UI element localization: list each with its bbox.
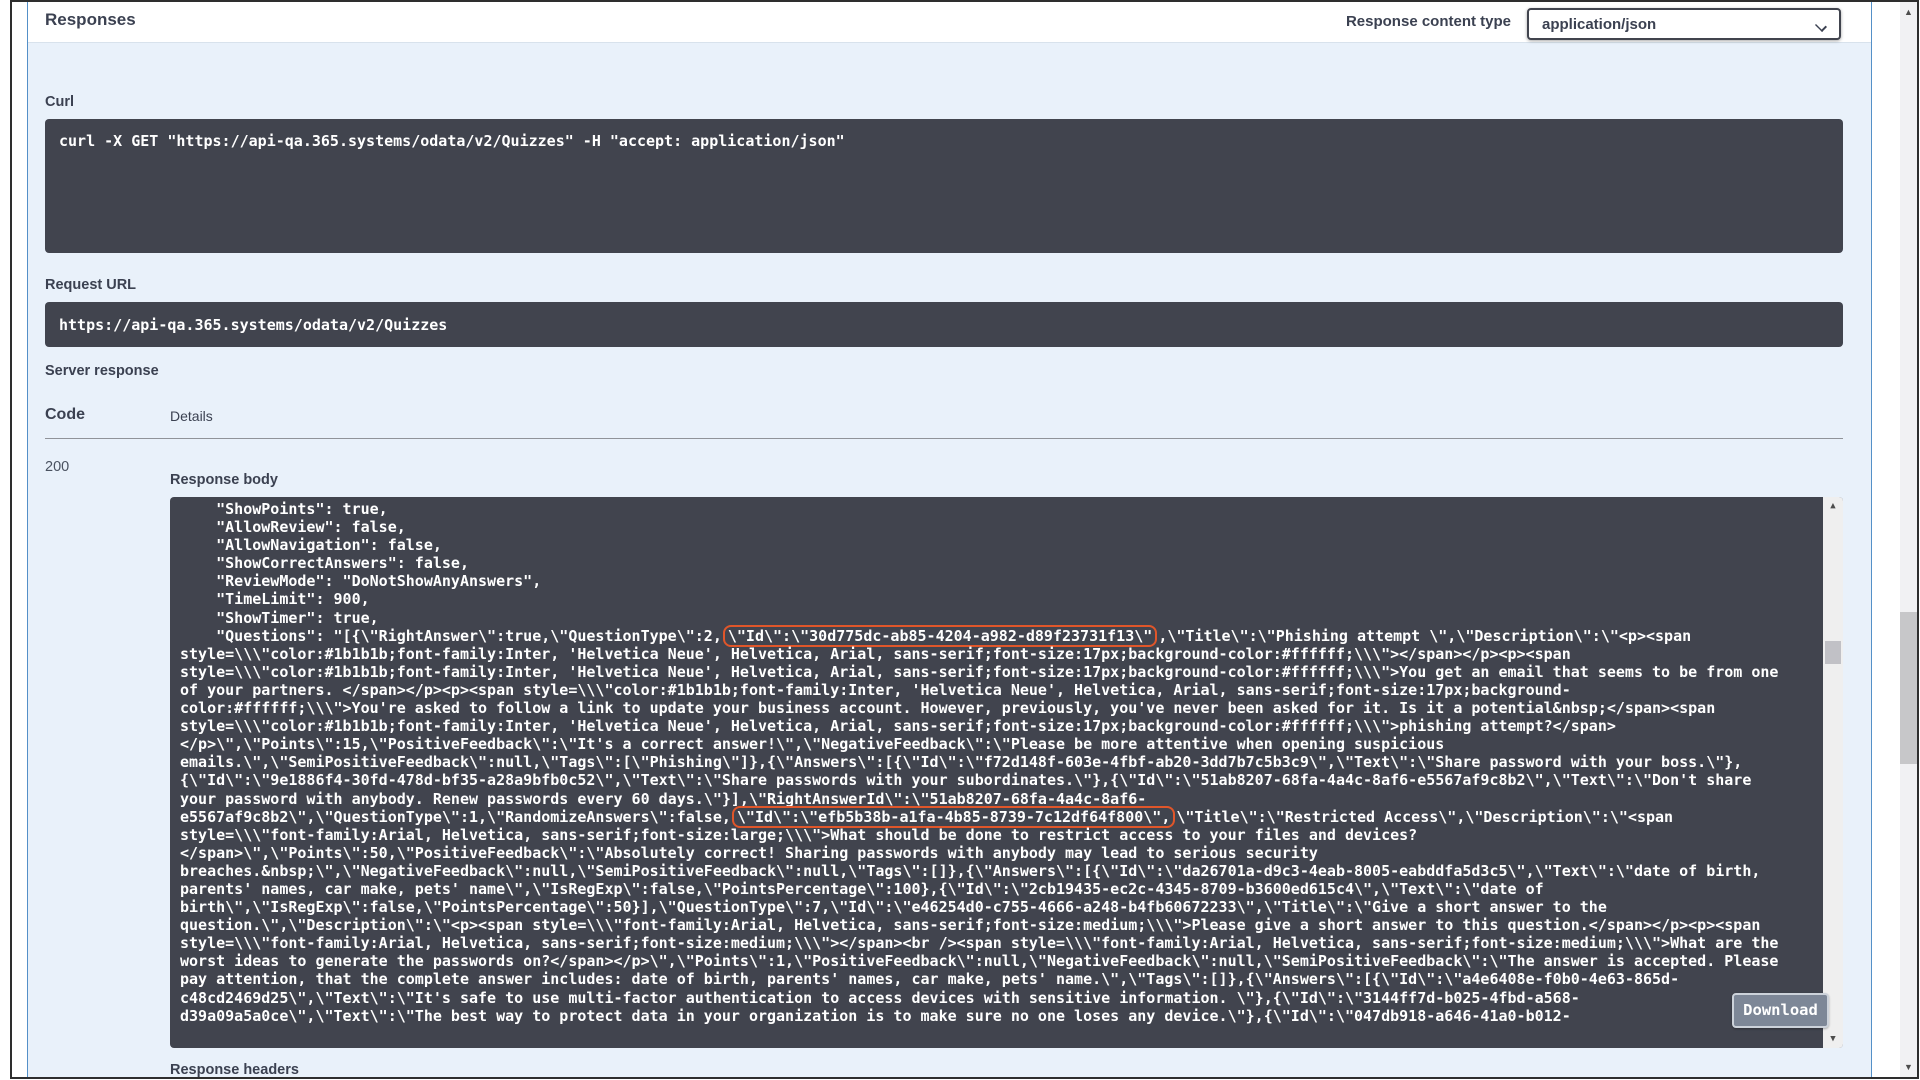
- request-url-block[interactable]: https://api-qa.365.systems/odata/v2/Quiz…: [45, 302, 1843, 347]
- response-content-type-select[interactable]: application/json: [1527, 8, 1841, 40]
- opblock-get: Responses Response content type applicat…: [27, 2, 1872, 1077]
- chevron-down-icon: [1816, 21, 1826, 31]
- code-column-header: Code: [45, 406, 170, 424]
- swagger-responses-section: Responses Response content type applicat…: [12, 2, 1900, 1077]
- response-content-type-label: Response content type: [1346, 7, 1511, 30]
- page-scroll-up-icon[interactable]: ▲: [1900, 4, 1917, 20]
- server-response-label: Server response: [45, 363, 1843, 379]
- response-content-type-value: application/json: [1542, 16, 1656, 33]
- request-url-label: Request URL: [45, 277, 1843, 293]
- response-details: Response body "ShowPoints": true, "Allow…: [170, 459, 1843, 1078]
- response-body-scrollbar[interactable]: ▲ ▼: [1823, 497, 1843, 1048]
- opblock-body: Curl curl -X GET "https://api-qa.365.sys…: [28, 43, 1871, 1077]
- response-body-scrollbar-thumb[interactable]: [1825, 641, 1841, 664]
- response-body-block[interactable]: "ShowPoints": true, "AllowReview": false…: [170, 497, 1843, 1048]
- page-scroll-down-icon[interactable]: ▼: [1900, 1059, 1917, 1075]
- response-body-code: "ShowPoints": true, "AllowReview": false…: [170, 497, 1843, 1048]
- page-scrollbar[interactable]: ▲ ▼: [1900, 2, 1917, 1077]
- app-window: Responses Response content type applicat…: [10, 0, 1919, 1079]
- curl-label: Curl: [45, 94, 1843, 110]
- responses-header-bar: Responses Response content type applicat…: [28, 2, 1871, 43]
- response-headers-label: Response headers: [170, 1062, 1843, 1078]
- request-url-value: https://api-qa.365.systems/odata/v2/Quiz…: [59, 316, 447, 334]
- server-response-table-header: Code Details: [45, 406, 1843, 439]
- download-button[interactable]: Download: [1732, 993, 1829, 1028]
- response-body-label: Response body: [170, 472, 1843, 488]
- server-response-table: Code Details 200 Response body "ShowPoin…: [45, 406, 1843, 1078]
- scroll-down-icon[interactable]: ▼: [1823, 1032, 1843, 1046]
- curl-command: curl -X GET "https://api-qa.365.systems/…: [59, 132, 1829, 150]
- response-row-200: 200 Response body "ShowPoints": true, "A…: [45, 459, 1843, 1078]
- curl-command-block[interactable]: curl -X GET "https://api-qa.365.systems/…: [45, 119, 1843, 253]
- status-code: 200: [45, 459, 170, 1078]
- page-scrollbar-thumb[interactable]: [1900, 612, 1917, 764]
- details-column-header: Details: [170, 406, 213, 424]
- responses-title: Responses: [45, 7, 136, 30]
- scroll-up-icon[interactable]: ▲: [1823, 499, 1843, 513]
